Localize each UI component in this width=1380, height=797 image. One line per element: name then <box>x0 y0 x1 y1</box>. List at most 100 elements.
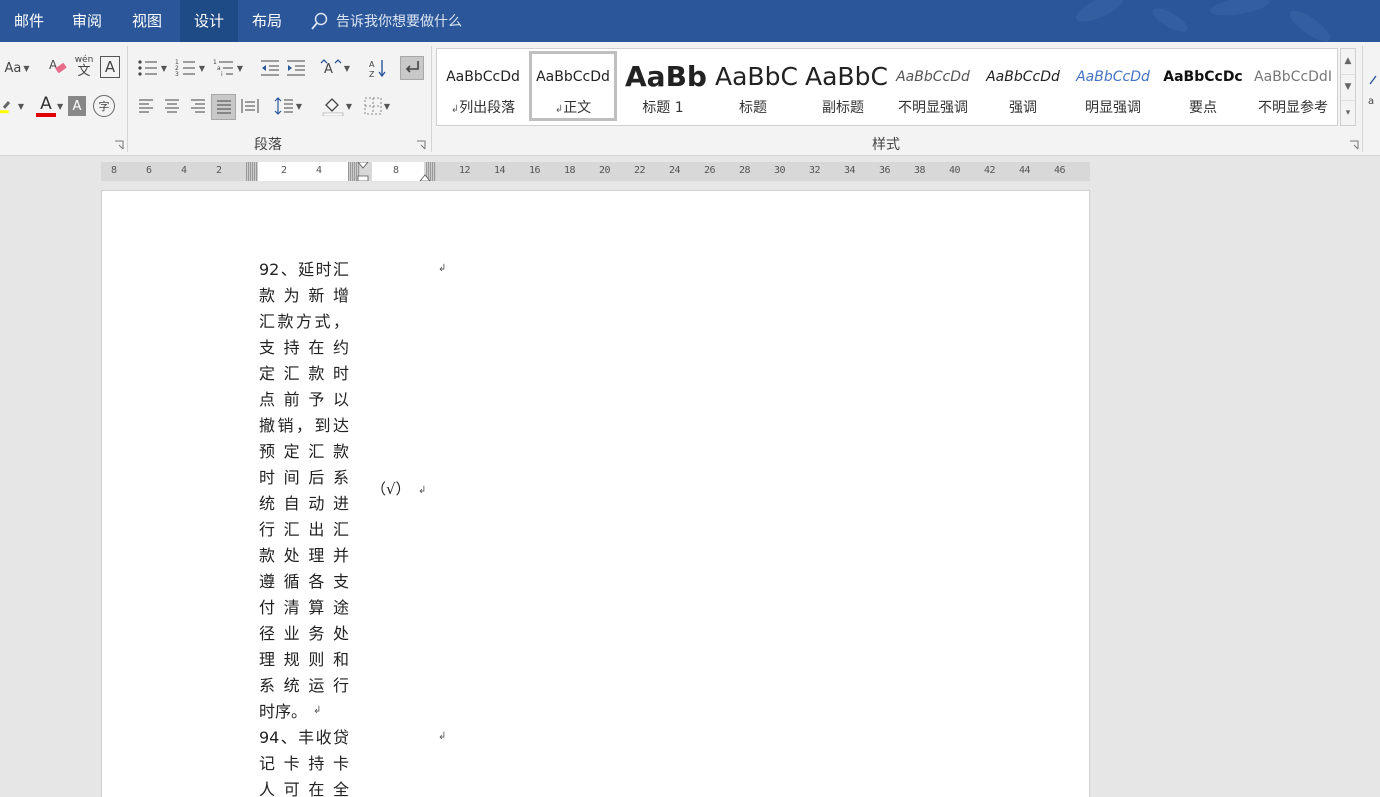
style-normal[interactable]: AaBbCcDd ↲正文 <box>529 51 617 121</box>
align-right-button[interactable] <box>186 94 210 118</box>
distributed-button[interactable] <box>238 94 262 118</box>
style-title[interactable]: AaBbC 标题 <box>709 51 797 121</box>
borders-button[interactable]: ▼ <box>360 94 394 118</box>
change-case-label: Aa <box>4 60 22 76</box>
chevron-down-icon: ▼ <box>17 101 24 111</box>
svg-text:3: 3 <box>175 71 179 77</box>
enclose-characters-char: 字 <box>98 100 110 113</box>
ruler-tick-label: 28 <box>739 165 751 176</box>
style-emphasis[interactable]: AaBbCcDd 强调 <box>979 51 1067 121</box>
styles-gallery-scroller: ▲ ▼ ▾ <box>1340 48 1356 126</box>
align-center-button[interactable] <box>160 94 184 118</box>
style-strong[interactable]: AaBbCcDc 要点 <box>1159 51 1247 121</box>
align-left-button[interactable] <box>134 94 158 118</box>
style-intense-emphasis[interactable]: AaBbCcDd 明显强调 <box>1069 51 1157 121</box>
character-border-button[interactable]: A <box>100 56 120 78</box>
tab-design[interactable]: 设计 <box>180 0 238 42</box>
multilevel-list-button[interactable]: 1 a i ▼ <box>210 56 246 80</box>
style-heading-1[interactable]: AaBb 标题 1 <box>619 51 707 121</box>
text-line: 汇款方式， <box>259 312 349 331</box>
decrease-indent-button[interactable] <box>258 56 282 80</box>
text-line: 理规则和 <box>259 650 349 669</box>
question-92-text[interactable]: 92、延时汇 款为新增 汇款方式， 支持在约 定汇款时 点前予以 撤销，到达 预定汇款 时间后系… <box>259 257 349 725</box>
ruler-tick-label: 16 <box>529 165 541 176</box>
ruler-tick-label: 22 <box>634 165 646 176</box>
shading-button[interactable]: ▼ <box>318 94 356 118</box>
tab-view[interactable]: 视图 <box>116 0 178 42</box>
document-page[interactable]: 92、延时汇 款为新增 汇款方式， 支持在约 定汇款时 点前予以 撤销，到达 预定汇款 时间后系… <box>101 190 1090 797</box>
gallery-scroll-down-icon[interactable]: ▼ <box>1341 75 1355 101</box>
gallery-expand-icon[interactable]: ▾ <box>1341 101 1355 127</box>
paragraph-mark: ↲ <box>313 705 322 716</box>
ruler-tick-label: 18 <box>564 165 576 176</box>
phonetic-guide-button[interactable]: wén 文 <box>72 54 96 80</box>
style-name: 标题 1 <box>642 100 684 116</box>
text-line: 行汇出汇 <box>259 520 349 539</box>
tab-layout[interactable]: 布局 <box>238 0 296 42</box>
column-marker[interactable] <box>246 162 258 181</box>
chinese-layout-button[interactable]: A ▼ <box>316 56 354 80</box>
highlight-color-button[interactable]: ▼ <box>0 94 24 118</box>
phonetic-guide-char: 文 <box>77 64 91 79</box>
chevron-down-icon: ▼ <box>160 63 168 73</box>
show-hide-marks-button[interactable] <box>400 56 424 80</box>
vertical-scrollbar[interactable] <box>1362 156 1380 797</box>
ruler-tick-label: 44 <box>1019 165 1031 176</box>
align-left-icon <box>139 99 153 113</box>
first-line-indent-icon[interactable] <box>357 162 369 181</box>
gallery-scroll-up-icon[interactable]: ▲ <box>1341 49 1355 75</box>
font-color-letter: A <box>40 93 52 114</box>
chevron-down-icon: ▼ <box>345 101 353 111</box>
style-preview: AaBbCcDdI <box>1254 69 1332 85</box>
sort-icon: A Z <box>369 60 386 78</box>
paragraph-dialog-launcher-icon[interactable] <box>416 140 426 150</box>
ruler-tick-label: 26 <box>704 165 716 176</box>
ruler-tick-label: 2 <box>216 165 222 176</box>
tab-review[interactable]: 审阅 <box>58 0 116 42</box>
chevron-down-icon[interactable]: ▼ <box>57 102 63 111</box>
numbering-button[interactable]: 1 2 3 ▼ <box>172 56 208 80</box>
increase-indent-button[interactable] <box>284 56 308 80</box>
question-94-text[interactable]: 94、丰收贷 记卡持卡 人可在全 <box>259 725 349 797</box>
text-line: 遵循各支 <box>259 572 349 591</box>
clear-formatting-button[interactable]: A <box>46 54 70 80</box>
change-case-button[interactable]: Aa ▼ <box>0 56 34 80</box>
style-list-paragraph[interactable]: AaBbCcDd ↲列出段落 <box>439 51 527 121</box>
style-subtitle[interactable]: AaBbC 副标题 <box>799 51 887 121</box>
background-leaf-pattern <box>1076 0 1331 42</box>
numbered-list-icon: 1 2 3 <box>175 59 195 77</box>
ruler-tick-label: 30 <box>774 165 786 176</box>
styles-group-label: 样式 <box>872 137 900 153</box>
style-preview: AaBbCcDd <box>536 69 610 85</box>
styles-dialog-launcher-icon[interactable] <box>1349 140 1359 150</box>
character-shading-button[interactable]: A <box>68 96 86 116</box>
paragraph-mark: ↲ <box>438 731 447 742</box>
svg-text:Z: Z <box>369 70 375 78</box>
line-spacing-button[interactable]: ▼ <box>270 94 306 118</box>
text-line: 92、延时汇 <box>259 260 349 279</box>
style-name: 列出段落 <box>459 100 516 116</box>
highlighter-icon <box>0 100 11 114</box>
font-dialog-launcher-icon[interactable] <box>114 140 124 150</box>
text-line: 支持在约 <box>259 338 349 357</box>
horizontal-ruler[interactable]: 8 6 4 2 2 4 8 12 14 16 18 20 22 24 26 28 30 32 34 36 38 40 42 4… <box>101 162 1090 181</box>
text-line: 94、丰收贷 <box>259 728 349 747</box>
style-subtle-reference[interactable]: AaBbCcDdI 不明显参考 <box>1249 51 1337 121</box>
text-line: 记卡持卡 <box>259 754 349 773</box>
style-preview: AaBbCcDc <box>1163 69 1243 85</box>
editing-group-cutoff-icon[interactable]: a <box>1366 72 1380 112</box>
text-line: 预定汇款 <box>259 442 349 461</box>
ruler-tick-label: 4 <box>316 165 322 176</box>
tab-mailings[interactable]: 邮件 <box>0 0 58 42</box>
text-line: 付清算途 <box>259 598 349 617</box>
justify-button[interactable] <box>211 94 236 120</box>
enclose-characters-button[interactable]: 字 <box>93 95 115 117</box>
svg-text:A: A <box>324 62 333 77</box>
sort-button[interactable]: A Z <box>366 56 390 80</box>
style-subtle-emphasis[interactable]: AaBbCcDd 不明显强调 <box>889 51 977 121</box>
answer-92[interactable]: （√） <box>371 478 411 499</box>
right-indent-icon[interactable] <box>419 174 431 181</box>
style-name: 强调 <box>1009 100 1037 116</box>
text-line: 点前予以 <box>259 390 349 409</box>
bullets-button[interactable]: ▼ <box>134 56 170 80</box>
